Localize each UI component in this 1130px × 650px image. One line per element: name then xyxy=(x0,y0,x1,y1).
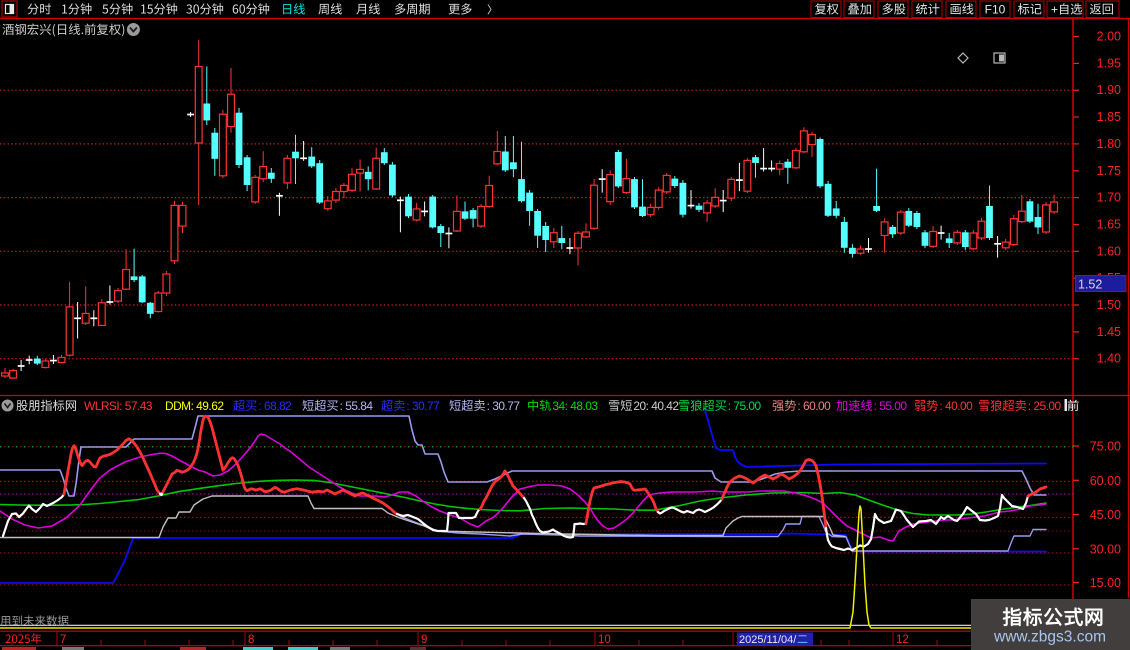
svg-text:1.45: 1.45 xyxy=(1097,325,1121,339)
svg-text:1.52: 1.52 xyxy=(1078,278,1102,292)
svg-text:7: 7 xyxy=(60,634,66,646)
svg-text:34: 48.03: 34: 48.03 xyxy=(552,399,598,413)
svg-text:: 60.00: : 60.00 xyxy=(797,399,831,413)
svg-text:1.80: 1.80 xyxy=(1097,137,1121,151)
svg-text:: 30.77: : 30.77 xyxy=(487,399,521,413)
svg-text:: 68.82: : 68.82 xyxy=(258,399,292,413)
svg-text:12: 12 xyxy=(896,634,909,646)
svg-text:45.00: 45.00 xyxy=(1090,508,1121,522)
svg-text:8: 8 xyxy=(248,634,254,646)
svg-text:F10: F10 xyxy=(985,3,1006,17)
svg-text:1.90: 1.90 xyxy=(1097,83,1121,97)
svg-text:1.50: 1.50 xyxy=(1097,298,1121,312)
svg-text:60.00: 60.00 xyxy=(1090,474,1121,488)
svg-text:20: 40.42: 20: 40.42 xyxy=(633,399,679,413)
svg-text:+: + xyxy=(1051,3,1058,17)
svg-text:www.zbgs3.com: www.zbgs3.com xyxy=(993,629,1106,646)
svg-text:10: 10 xyxy=(598,634,611,646)
svg-text:1.75: 1.75 xyxy=(1097,164,1121,178)
svg-text:1.40: 1.40 xyxy=(1097,352,1121,366)
svg-text:: 75.00: : 75.00 xyxy=(728,399,762,413)
svg-text:1.65: 1.65 xyxy=(1097,218,1121,232)
svg-text:1.85: 1.85 xyxy=(1097,110,1121,124)
svg-text:: 30.77: : 30.77 xyxy=(406,399,440,413)
svg-text:1.70: 1.70 xyxy=(1097,191,1121,205)
svg-text:WLRSI: 57.43: WLRSI: 57.43 xyxy=(84,399,153,413)
svg-text:15.00: 15.00 xyxy=(1090,576,1121,590)
svg-text:1.60: 1.60 xyxy=(1097,244,1121,258)
svg-text:DDM: 49.62: DDM: 49.62 xyxy=(165,399,224,413)
svg-text:2.00: 2.00 xyxy=(1097,30,1121,44)
svg-text:2025/11/04/: 2025/11/04/ xyxy=(739,634,797,646)
svg-text:9: 9 xyxy=(421,634,427,646)
svg-text:: 55.00: : 55.00 xyxy=(874,399,908,413)
svg-text:1.95: 1.95 xyxy=(1097,56,1121,70)
svg-text:: 40.00: : 40.00 xyxy=(939,399,973,413)
svg-text:75.00: 75.00 xyxy=(1090,440,1121,454)
svg-text:: 25.00: : 25.00 xyxy=(1028,399,1062,413)
svg-text:: 55.84: : 55.84 xyxy=(340,399,374,413)
svg-text:30.00: 30.00 xyxy=(1090,542,1121,556)
